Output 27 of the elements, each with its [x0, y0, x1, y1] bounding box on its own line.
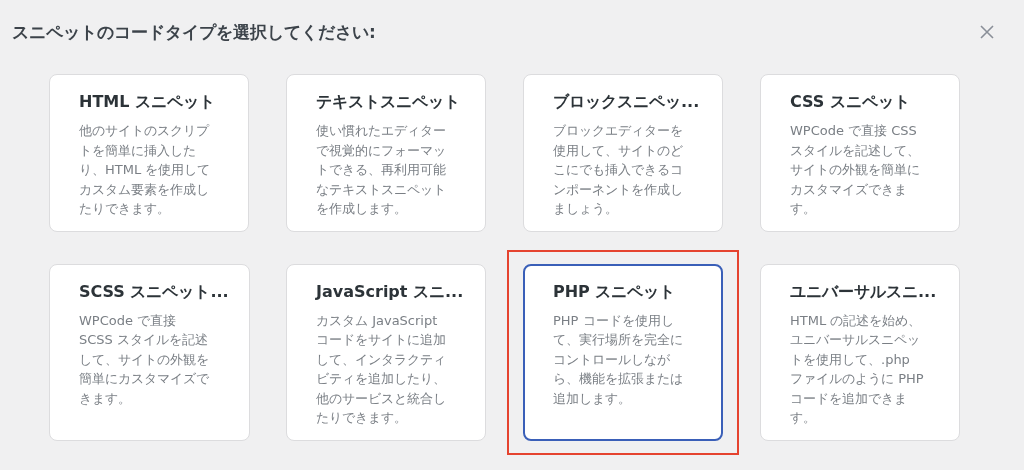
card-title: SCSS スニペット... — [79, 281, 229, 303]
close-icon — [980, 25, 994, 39]
dialog-title: スニペットのコードタイプを選択してください: — [12, 20, 376, 44]
card-title: ユニバーサルスニ... — [790, 281, 938, 303]
card-description: 他のサイトのスクリプトを簡単に挿入したり、HTML を使用してカスタム要素を作成したりできます。 — [79, 122, 212, 218]
snippet-card[interactable]: ブロックスニペッ... ブロックエディターを使用して、サイトのどこにでも挿入できるコンポーネントを作成しましょう。 — [523, 74, 723, 232]
card-title: HTML スニペット — [79, 92, 216, 113]
card-title: PHP スニペット — [553, 281, 677, 303]
card-description: ブロックエディターを使用して、サイトのどこにでも挿入できるコンポーネントを作成しましょう。 — [553, 122, 684, 218]
snippet-card[interactable]: HTML スニペット 他のサイトのスクリプトを簡単に挿入したり、HTML を使用してカスタム要素を作成したりできます。 — [49, 74, 249, 232]
snippet-card[interactable]: JavaScript スニ... カスタム JavaScript コードをサイトに追加して、インタラクティビティを追加したり、他のサービスと統合したりできます。 — [286, 263, 486, 441]
snippet-card[interactable]: ユニバーサルスニ... HTML の記述を始め、ユニバーサルスニペットを使用して、.php ファイルのように PHP コードを追加できます。 — [760, 263, 960, 441]
snippet-card[interactable]: CSS スニペット WPCode で直接 CSS スタイルを記述して、サイトの外観を簡単にカスタマイズできます。 — [760, 74, 960, 232]
card-title: ブロックスニペッ... — [553, 92, 701, 113]
snippet-card[interactable]: SCSS スニペット... WPCode で直接 SCSS スタイルを記述して、サイトの外観を簡単にカスタマイズできます。 — [49, 263, 250, 441]
card-description: PHP コードを使用して、実行場所を完全にコントロールしながら、機能を拡張または追加します。 — [553, 311, 684, 408]
card-title: テキストスニペット — [316, 92, 461, 113]
card-description: WPCode で直接 SCSS スタイルを記述して、サイトの外観を簡単にカスタマイズできます。 — [79, 311, 210, 408]
card-description: 使い慣れたエディターで視覚的にフォーマットできる、再利用可能なテキストスニペットを作成します。 — [316, 122, 447, 218]
card-description: WPCode で直接 CSS スタイルを記述して、サイトの外観を簡単にカスタマイズできます。 — [790, 122, 921, 218]
card-title: JavaScript スニ... — [316, 281, 465, 303]
card-description: カスタム JavaScript コードをサイトに追加して、インタラクティビティを追加したり、他のサービスと統合したりできます。 — [316, 311, 447, 427]
snippet-card[interactable]: テキストスニペット 使い慣れたエディターで視覚的にフォーマットできる、再利用可能なテキストスニペットを作成します。 — [286, 74, 486, 232]
close-button[interactable] — [978, 23, 996, 41]
card-description: HTML の記述を始め、ユニバーサルスニペットを使用して、.php ファイルのように PHP コードを追加できます。 — [790, 311, 924, 427]
snippet-card[interactable]: PHP スニペット PHP コードを使用して、実行場所を完全にコントロールしながら、機能を拡張または追加します。 — [523, 263, 723, 441]
card-title: CSS スニペット — [790, 92, 911, 113]
